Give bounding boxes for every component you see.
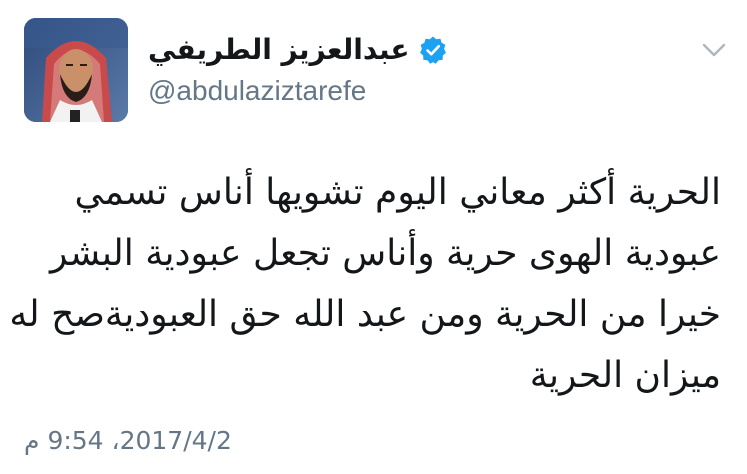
tweet-timestamp[interactable]: 2017/4/2، 9:54 م xyxy=(24,424,232,458)
tweet-text: الحرية أكثر معاني اليوم تشويها أناس تسمي… xyxy=(9,162,722,406)
author-avatar[interactable] xyxy=(24,18,128,122)
tweet-text-line: الحرية أكثر معاني اليوم تشويها أناس تسمي xyxy=(74,172,722,213)
author-name-row: عبدالعزيز الطريفي xyxy=(148,30,448,70)
chevron-down-icon[interactable] xyxy=(700,40,728,60)
verified-badge-icon xyxy=(419,36,446,64)
tweet-text-line: عبودية الهوى حرية وأناس تجعل عبودية البش… xyxy=(49,233,721,274)
author-display-name[interactable]: عبدالعزيز الطريفي xyxy=(148,30,410,70)
tweet-text-line: ميزان الحرية xyxy=(529,355,721,396)
tweet-card: عبدالعزيز الطريفي @abdulaziztarefe الحري… xyxy=(0,0,747,474)
tweet-text-line: خيرا من الحرية ومن عبد الله حق العبوديةص… xyxy=(9,294,721,335)
profile-photo-icon xyxy=(24,18,128,122)
author-handle[interactable]: @abdulaziztarefe xyxy=(148,74,366,108)
